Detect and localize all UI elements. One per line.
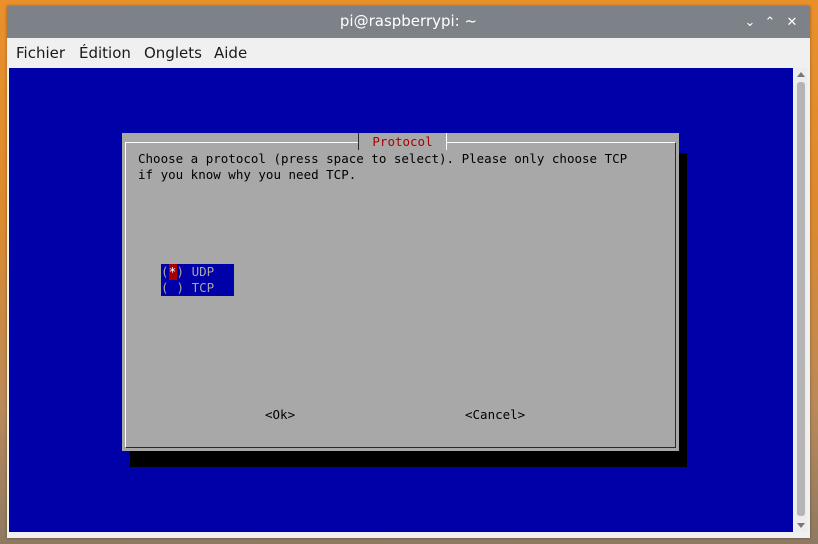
- title-bar[interactable]: pi@raspberrypi: ~ ⌄ ⌃ ✕: [7, 6, 810, 38]
- option-tcp-label: TCP: [191, 280, 215, 295]
- window-title: pi@raspberrypi: ~: [339, 12, 478, 30]
- menu-bar: Fichier Édition Onglets Aide: [7, 38, 810, 68]
- option-udp[interactable]: (*) UDP: [161, 264, 234, 280]
- cancel-button[interactable]: <Cancel>: [465, 407, 525, 423]
- scroll-down-icon[interactable]: [797, 523, 805, 528]
- option-udp-mark: *: [168, 264, 177, 280]
- dialog-prompt: Choose a protocol (press space to select…: [138, 151, 628, 182]
- terminal-window: pi@raspberrypi: ~ ⌄ ⌃ ✕ Fichier Édition …: [7, 6, 810, 538]
- terminal-area[interactable]: Protocol Choose a protocol (press space …: [9, 68, 793, 532]
- option-udp-label: UDP: [191, 264, 215, 279]
- scrollbar-thumb[interactable]: [797, 82, 805, 516]
- vertical-scrollbar[interactable]: [795, 68, 807, 532]
- menu-fichier[interactable]: Fichier: [16, 44, 65, 62]
- minimize-icon[interactable]: ⌄: [740, 12, 760, 32]
- option-tcp[interactable]: ( ) TCP: [161, 280, 234, 296]
- protocol-dialog: Protocol Choose a protocol (press space …: [122, 133, 679, 451]
- maximize-icon[interactable]: ⌃: [760, 12, 780, 32]
- scroll-up-icon[interactable]: [797, 72, 805, 77]
- menu-edition[interactable]: Édition: [79, 44, 131, 62]
- menu-aide[interactable]: Aide: [214, 44, 247, 62]
- option-tcp-mark: [169, 280, 177, 296]
- close-icon[interactable]: ✕: [782, 12, 802, 32]
- dialog-title: Protocol: [358, 133, 447, 150]
- ok-button[interactable]: <Ok>: [265, 407, 295, 423]
- menu-onglets[interactable]: Onglets: [144, 44, 202, 62]
